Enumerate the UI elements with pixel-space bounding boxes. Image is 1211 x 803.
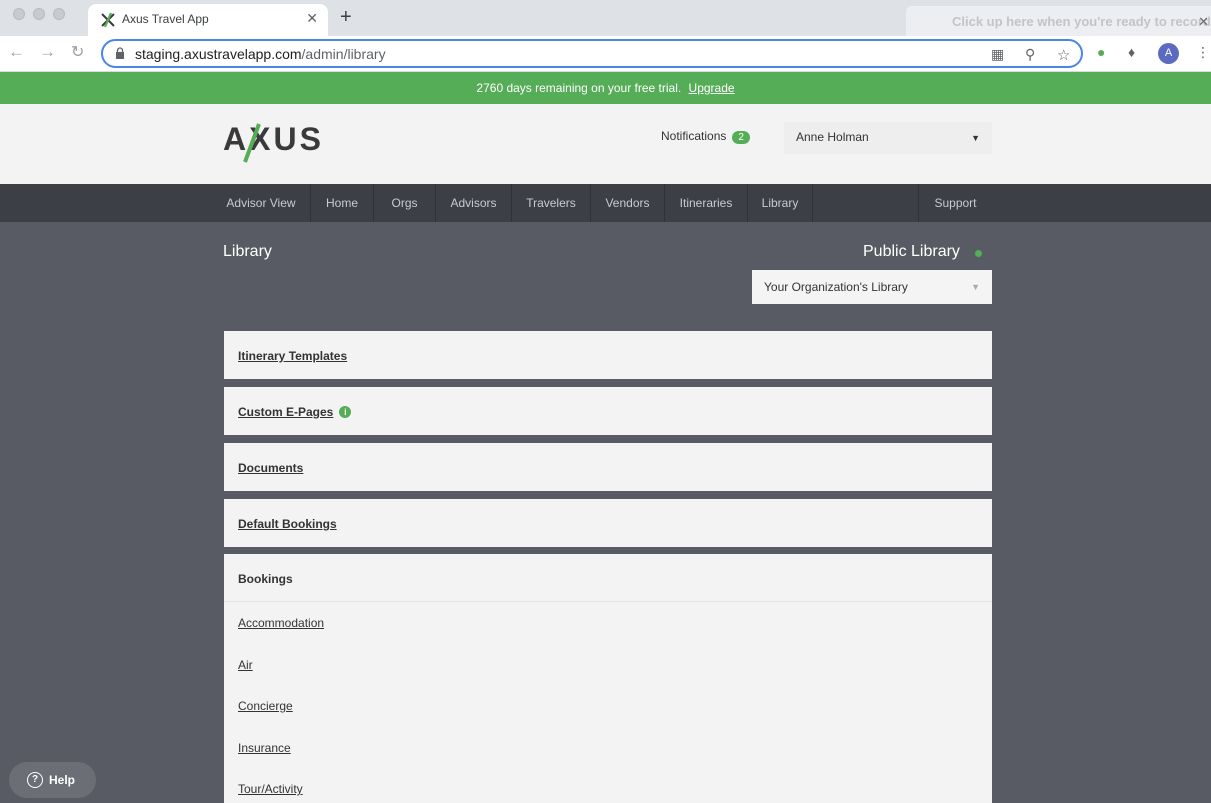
page-title: Library [223,243,272,260]
panel-bookings: Bookings Accommodation Air Concierge Ins… [224,554,992,803]
qr-icon[interactable]: ▦ [991,46,1004,63]
user-dropdown[interactable]: Anne Holman ▼ [784,122,992,154]
nav-library[interactable]: Library [748,184,813,222]
help-question-icon: ? [27,772,43,788]
tab-title: Axus Travel App [122,12,209,26]
booking-accommodation-link[interactable]: Accommodation [238,616,324,630]
star-icon[interactable]: ☆ [1057,46,1070,64]
minimize-window-button[interactable] [33,8,45,20]
booking-air-link[interactable]: Air [238,658,253,672]
custom-epages-link[interactable]: Custom E-Pages i [238,405,352,419]
public-library-label: Public Library [863,243,960,260]
notifications-link[interactable]: Notifications 2 [661,129,750,144]
itinerary-templates-link[interactable]: Itinerary Templates [238,349,347,363]
url-text: staging.axustravelapp.com/admin/library [135,46,386,62]
booking-insurance-link[interactable]: Insurance [238,741,291,755]
user-name: Anne Holman [796,130,869,144]
chevron-down-icon: ▼ [971,282,980,292]
recording-close-icon[interactable]: ✕ [1198,14,1209,30]
trial-banner: 2760 days remaining on your free trial. … [0,72,1211,104]
profile-avatar[interactable]: A [1158,43,1179,64]
axus-favicon-icon [101,12,115,28]
custom-epages-label: Custom E-Pages [238,405,334,419]
documents-link[interactable]: Documents [238,461,303,475]
recording-banner-text: Click up here when you're ready to recor… [952,14,1211,29]
panel-itinerary-templates: Itinerary Templates [224,331,992,379]
axus-logo[interactable]: AXUS [223,120,327,164]
booking-tour-activity-link[interactable]: Tour/Activity [238,782,303,796]
browser-tab-bar: Axus Travel App ✕ + Click up here when y… [0,0,1211,36]
recording-banner[interactable]: Click up here when you're ready to recor… [906,6,1211,36]
panel-default-bookings: Default Bookings [224,499,992,547]
public-library-status-dot [975,250,982,257]
maximize-window-button[interactable] [53,8,65,20]
booking-concierge-link[interactable]: Concierge [238,699,293,713]
notifications-badge: 2 [732,131,750,144]
url-path: /admin/library [301,46,386,62]
library-select-value: Your Organization's Library [764,280,908,294]
nav-advisor-view[interactable]: Advisor View [212,184,311,222]
nav-advisors[interactable]: Advisors [436,184,512,222]
library-select[interactable]: Your Organization's Library ▼ [752,270,992,304]
bookings-header: Bookings [224,554,992,602]
upgrade-link[interactable]: Upgrade [689,81,735,95]
app-header: AXUS Notifications 2 Anne Holman ▼ [0,104,1211,184]
svg-text:AXUS: AXUS [223,121,324,157]
panel-documents: Documents [224,443,992,491]
info-icon[interactable]: i [339,406,352,418]
url-host: staging.axustravelapp.com [135,46,302,62]
browser-toolbar: ← → ↻ staging.axustravelapp.com/admin/li… [0,36,1211,72]
address-bar[interactable]: staging.axustravelapp.com/admin/library … [101,39,1083,68]
browser-tab[interactable]: Axus Travel App ✕ [88,4,328,36]
nav-home[interactable]: Home [311,184,374,222]
nav-vendors[interactable]: Vendors [591,184,665,222]
close-window-button[interactable] [13,8,25,20]
menu-icon[interactable]: ⋮ [1196,44,1210,61]
extension-icon[interactable]: ● [1097,44,1105,60]
puzzle-icon[interactable]: ♦ [1128,44,1135,60]
zoom-icon[interactable]: ⚲ [1025,46,1035,63]
nav-orgs[interactable]: Orgs [374,184,436,222]
reload-icon[interactable]: ↻ [71,42,84,62]
default-bookings-link[interactable]: Default Bookings [238,517,337,531]
notifications-label: Notifications [661,129,727,143]
tab-close-icon[interactable]: ✕ [306,10,318,27]
help-button[interactable]: ? Help [9,762,96,798]
main-nav: Advisor View Home Orgs Advisors Traveler… [0,184,1211,222]
nav-support[interactable]: Support [918,184,992,222]
bookings-title: Bookings [238,572,293,586]
chevron-down-icon: ▼ [971,133,980,143]
lock-icon [116,47,124,59]
nav-itineraries[interactable]: Itineraries [665,184,748,222]
forward-icon[interactable]: → [39,42,56,62]
back-icon[interactable]: ← [8,42,25,62]
panel-custom-epages: Custom E-Pages i [224,387,992,435]
nav-travelers[interactable]: Travelers [512,184,591,222]
new-tab-button[interactable]: + [340,6,352,29]
help-label: Help [49,773,76,787]
trial-message: 2760 days remaining on your free trial. [476,81,682,95]
